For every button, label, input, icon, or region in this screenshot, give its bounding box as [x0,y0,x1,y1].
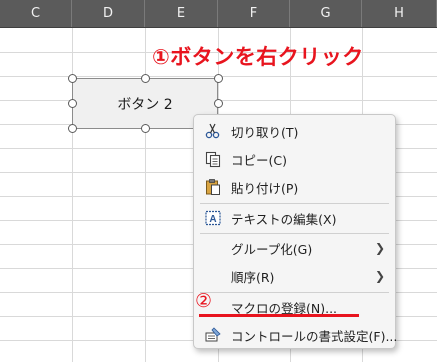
chevron-right-icon: ❯ [374,241,385,255]
column-header-e[interactable]: E [145,0,218,27]
menu-item-cut[interactable]: 切り取り(T) [194,117,395,145]
menu-item-label: 順序(R) [231,269,275,285]
column-header-h[interactable]: H [362,0,437,27]
menu-item-format-control[interactable]: コントロールの書式設定(F)... [194,321,398,349]
menu-item-edit-text[interactable]: A テキストの編集(X) [194,204,395,232]
resize-handle[interactable] [141,124,150,133]
menu-item-order[interactable]: 順序(R) ❯ [194,262,395,290]
resize-handle[interactable] [214,99,223,108]
resize-handle[interactable] [214,74,223,83]
menu-item-label: 切り取り(T) [231,124,299,140]
resize-handle[interactable] [68,99,77,108]
scissors-icon [204,122,222,140]
menu-item-copy[interactable]: コピー(C) [194,145,395,173]
highlight-underline [199,314,359,317]
svg-text:A: A [209,214,216,225]
resize-handle[interactable] [141,74,150,83]
column-header-d[interactable]: D [72,0,145,27]
step-number-annotation: ② [195,290,213,312]
column-header-c[interactable]: C [0,0,72,27]
text-box-icon: A [204,209,222,227]
clipboard-icon [204,178,222,196]
column-header-g[interactable]: G [290,0,362,27]
chevron-right-icon: ❯ [374,269,385,283]
menu-item-paste[interactable]: 貼り付け(P) [194,173,395,201]
menu-item-label: グループ化(G) [231,241,313,257]
format-control-icon [204,326,222,344]
menu-item-label: コピー(C) [231,152,287,168]
menu-item-label: テキストの編集(X) [231,211,337,227]
column-header-f[interactable]: F [218,0,290,27]
menu-item-label: コントロールの書式設定(F)... [231,328,398,344]
copy-icon [204,150,222,168]
menu-item-group[interactable]: グループ化(G) ❯ [194,234,395,262]
form-button-label: ボタン 2 [117,96,173,113]
instruction-annotation: ①ボタンを右クリック [152,45,364,69]
column-header-bar: C D E F G H [0,0,437,28]
resize-handle[interactable] [68,74,77,83]
menu-item-label: 貼り付け(P) [231,180,299,196]
resize-handle[interactable] [68,124,77,133]
